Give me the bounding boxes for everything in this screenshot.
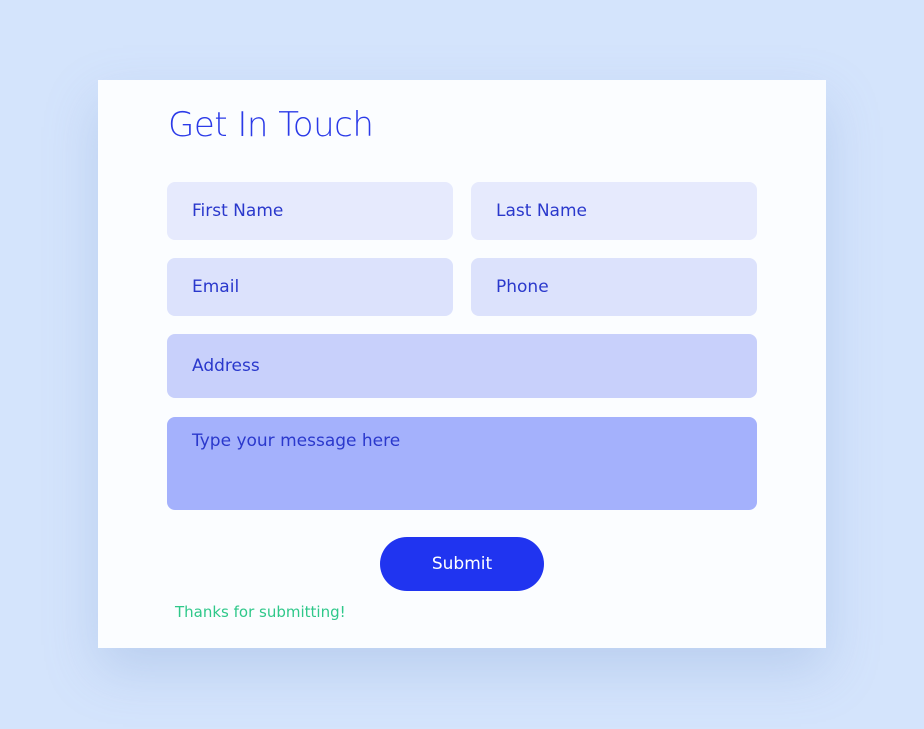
last-name-placeholder: Last Name [496, 201, 587, 221]
first-name-field[interactable]: First Name [167, 182, 453, 240]
address-field[interactable]: Address [167, 334, 757, 398]
phone-field[interactable]: Phone [471, 258, 757, 316]
success-message: Thanks for submitting! [175, 603, 346, 621]
message-textarea[interactable]: Type your message here [167, 417, 757, 510]
phone-placeholder: Phone [496, 277, 549, 297]
message-placeholder: Type your message here [192, 431, 401, 451]
submit-button[interactable]: Submit [380, 537, 544, 591]
form-title: Get In Touch [168, 105, 374, 145]
email-placeholder: Email [192, 277, 240, 297]
first-name-placeholder: First Name [192, 201, 284, 221]
email-field[interactable]: Email [167, 258, 453, 316]
address-placeholder: Address [192, 356, 260, 376]
last-name-field[interactable]: Last Name [471, 182, 757, 240]
contact-form-card: Get In Touch First Name Last Name Email … [98, 80, 826, 648]
